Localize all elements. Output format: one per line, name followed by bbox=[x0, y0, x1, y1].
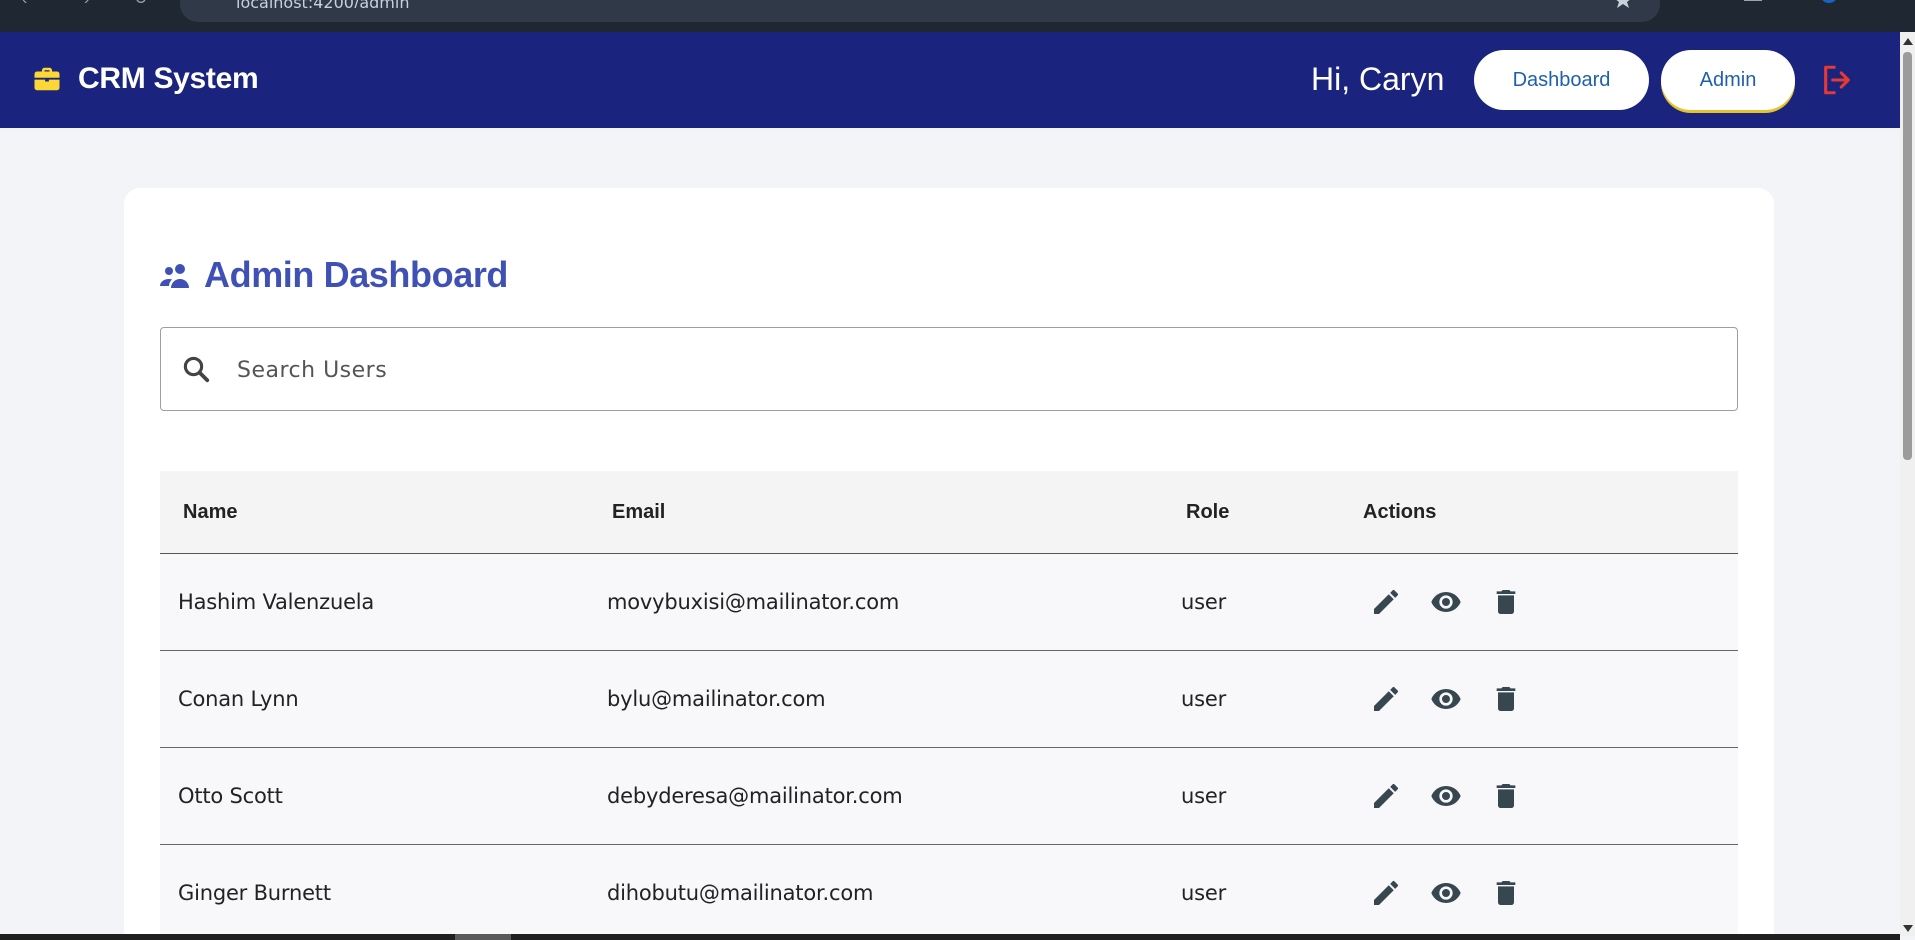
delete-icon bbox=[1496, 687, 1516, 711]
page-title: Admin Dashboard bbox=[204, 254, 509, 295]
edit-button[interactable] bbox=[1368, 584, 1404, 620]
admin-card: Admin Dashboard Name Email Role Actions … bbox=[124, 188, 1774, 940]
user-email: bylu@mailinator.com bbox=[607, 687, 826, 711]
user-role: user bbox=[1181, 687, 1227, 711]
user-name: Hashim Valenzuela bbox=[178, 590, 375, 614]
view-icon bbox=[1431, 689, 1461, 709]
row-actions bbox=[1368, 681, 1548, 717]
delete-button[interactable] bbox=[1488, 584, 1524, 620]
tab-icon[interactable] bbox=[1744, 0, 1762, 8]
user-email: dihobutu@mailinator.com bbox=[607, 881, 874, 905]
translate-icon[interactable] bbox=[1566, 0, 1584, 8]
delete-icon bbox=[1496, 590, 1516, 614]
search-icon bbox=[183, 356, 210, 383]
admin-button[interactable]: Admin bbox=[1661, 50, 1795, 110]
user-role: user bbox=[1181, 590, 1227, 614]
forward-icon[interactable]: › bbox=[84, 0, 89, 10]
table-header: Name Email Role Actions bbox=[160, 471, 1738, 554]
address-bar[interactable]: localhost:4200/admin bbox=[180, 0, 1660, 22]
browser-toolbar: ‹ › ↻ localhost:4200/admin bbox=[0, 0, 1915, 32]
bookmark-star-icon[interactable] bbox=[1614, 0, 1632, 8]
edit-icon bbox=[1374, 880, 1399, 905]
horizontal-scrollbar-thumb[interactable] bbox=[455, 934, 511, 940]
brand: CRM System bbox=[32, 62, 259, 96]
edit-icon bbox=[1374, 783, 1399, 808]
scroll-up-icon[interactable] bbox=[1903, 38, 1913, 45]
edit-button[interactable] bbox=[1368, 778, 1404, 814]
delete-button[interactable] bbox=[1488, 681, 1524, 717]
user-role: user bbox=[1181, 784, 1227, 808]
reload-icon[interactable]: ↻ bbox=[134, 0, 147, 10]
delete-button[interactable] bbox=[1488, 778, 1524, 814]
vertical-scrollbar[interactable] bbox=[1900, 32, 1915, 936]
delete-button[interactable] bbox=[1488, 875, 1524, 911]
edit-icon bbox=[1374, 686, 1399, 711]
scrollbar-thumb[interactable] bbox=[1903, 52, 1912, 460]
user-name: Otto Scott bbox=[178, 784, 283, 808]
menu-icon[interactable] bbox=[1880, 0, 1898, 8]
page-header: Admin Dashboard bbox=[160, 254, 508, 296]
view-icon bbox=[1431, 786, 1461, 806]
search-box bbox=[160, 327, 1738, 411]
edit-button[interactable] bbox=[1368, 681, 1404, 717]
delete-icon bbox=[1496, 784, 1516, 808]
table-row: Conan Lynn bylu@mailinator.com user bbox=[160, 651, 1738, 748]
view-icon bbox=[1431, 592, 1461, 612]
column-header-email[interactable]: Email bbox=[612, 501, 665, 524]
table-row: Ginger Burnett dihobutu@mailinator.com u… bbox=[160, 845, 1738, 940]
row-actions bbox=[1368, 584, 1548, 620]
briefcase-icon bbox=[34, 67, 60, 91]
view-button[interactable] bbox=[1428, 875, 1464, 911]
view-button[interactable] bbox=[1428, 681, 1464, 717]
search-input[interactable] bbox=[237, 348, 1717, 392]
user-name: Ginger Burnett bbox=[178, 881, 331, 905]
back-icon[interactable]: ‹ bbox=[22, 0, 27, 10]
column-header-name[interactable]: Name bbox=[183, 501, 237, 524]
table-row: Otto Scott debyderesa@mailinator.com use… bbox=[160, 748, 1738, 845]
user-email: debyderesa@mailinator.com bbox=[607, 784, 903, 808]
view-icon bbox=[1431, 883, 1461, 903]
logout-icon[interactable] bbox=[1820, 63, 1854, 97]
delete-icon bbox=[1496, 881, 1516, 905]
horizontal-scrollbar bbox=[0, 934, 1900, 940]
table-row: Hashim Valenzuela movybuxisi@mailinator.… bbox=[160, 554, 1738, 651]
app-header: CRM System Hi, Caryn Dashboard Admin bbox=[0, 32, 1900, 128]
row-actions bbox=[1368, 875, 1548, 911]
column-header-actions: Actions bbox=[1363, 501, 1437, 523]
address-text: localhost:4200/admin bbox=[236, 0, 409, 8]
scroll-down-icon[interactable] bbox=[1903, 925, 1913, 932]
column-header-role[interactable]: Role bbox=[1186, 501, 1229, 524]
users-table: Name Email Role Actions Hashim Valenzuel… bbox=[160, 471, 1738, 940]
edit-button[interactable] bbox=[1368, 875, 1404, 911]
dashboard-button[interactable]: Dashboard bbox=[1474, 50, 1649, 110]
row-actions bbox=[1368, 778, 1548, 814]
extension-icon[interactable] bbox=[1684, 0, 1702, 8]
user-email: movybuxisi@mailinator.com bbox=[607, 590, 900, 614]
app-title: CRM System bbox=[78, 62, 259, 95]
profile-avatar-icon[interactable] bbox=[1820, 0, 1838, 8]
user-name: Conan Lynn bbox=[178, 687, 299, 711]
view-button[interactable] bbox=[1428, 584, 1464, 620]
group-icon bbox=[160, 264, 189, 288]
user-role: user bbox=[1181, 881, 1227, 905]
view-button[interactable] bbox=[1428, 778, 1464, 814]
edit-icon bbox=[1374, 589, 1399, 614]
user-greeting: Hi, Caryn bbox=[1311, 61, 1445, 97]
